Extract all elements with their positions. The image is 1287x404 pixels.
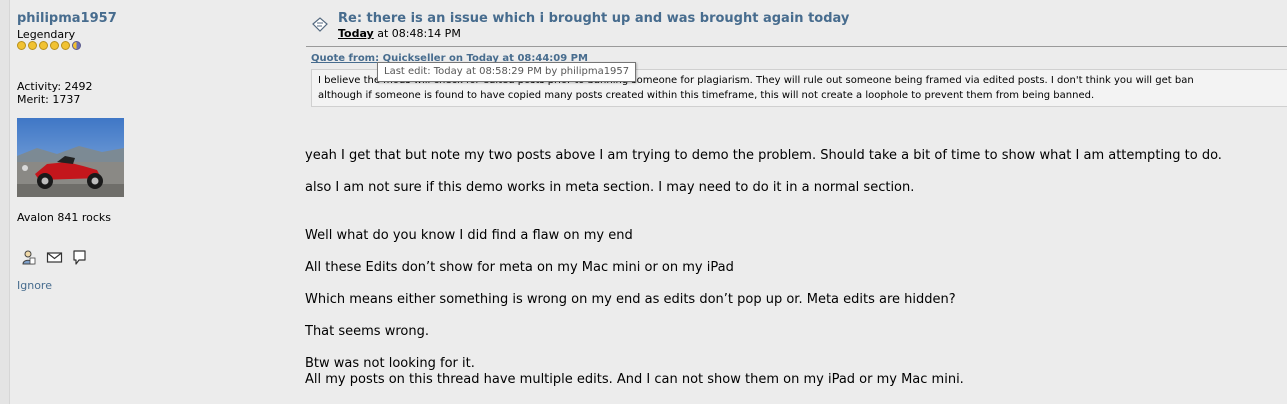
post-date-today: Today bbox=[338, 27, 374, 40]
header-divider bbox=[306, 46, 1287, 47]
post-body-line: That seems wrong. bbox=[305, 324, 429, 339]
post-body-line: All these Edits don’t show for meta on m… bbox=[305, 260, 734, 275]
avatar bbox=[17, 118, 124, 197]
post-body-line: Btw was not looking for it. bbox=[305, 356, 475, 371]
post-body-line: also I am not sure if this demo works in… bbox=[305, 180, 915, 195]
personal-message-icon[interactable] bbox=[71, 249, 88, 266]
post-body-line: yeah I get that but note my two posts ab… bbox=[305, 148, 1222, 163]
post-body-line: Which means either something is wrong on… bbox=[305, 292, 956, 307]
poster-signature: Avalon 841 rocks bbox=[17, 211, 112, 224]
rank-coin-icon bbox=[28, 41, 37, 50]
rank-coin-icon bbox=[50, 41, 59, 50]
rank-coin-icon bbox=[39, 41, 48, 50]
poster-merit: Merit: 1737 bbox=[17, 93, 81, 106]
rank-coin-icon bbox=[61, 41, 70, 50]
rank-coin-icon bbox=[17, 41, 26, 50]
poster-username-link[interactable]: philipma1957 bbox=[17, 11, 117, 26]
rank-coin-half-icon bbox=[72, 41, 81, 50]
email-icon[interactable] bbox=[46, 249, 63, 266]
post-body-line: All my posts on this thread have multipl… bbox=[305, 372, 964, 387]
ignore-link[interactable]: Ignore bbox=[17, 279, 52, 292]
post-body-line: Well what do you know I did find a flaw … bbox=[305, 228, 633, 243]
post-date-time: at 08:48:14 PM bbox=[373, 27, 461, 40]
profile-icon[interactable] bbox=[20, 249, 37, 266]
post-subject-link[interactable]: Re: there is an issue which i brought up… bbox=[338, 11, 849, 26]
last-edit-tooltip: Last edit: Today at 08:58:29 PM by phili… bbox=[377, 62, 637, 82]
quote-line: although if someone is found to have cop… bbox=[318, 90, 1095, 101]
rank-stars bbox=[17, 40, 87, 52]
poster-activity: Activity: 2492 bbox=[17, 80, 93, 93]
left-border bbox=[0, 0, 10, 404]
post-date: Today at 08:48:14 PM bbox=[338, 27, 461, 40]
forum-post-page: philipma1957 Legendary Activity: 2492 Me… bbox=[0, 0, 1287, 404]
post-icon bbox=[310, 15, 330, 35]
